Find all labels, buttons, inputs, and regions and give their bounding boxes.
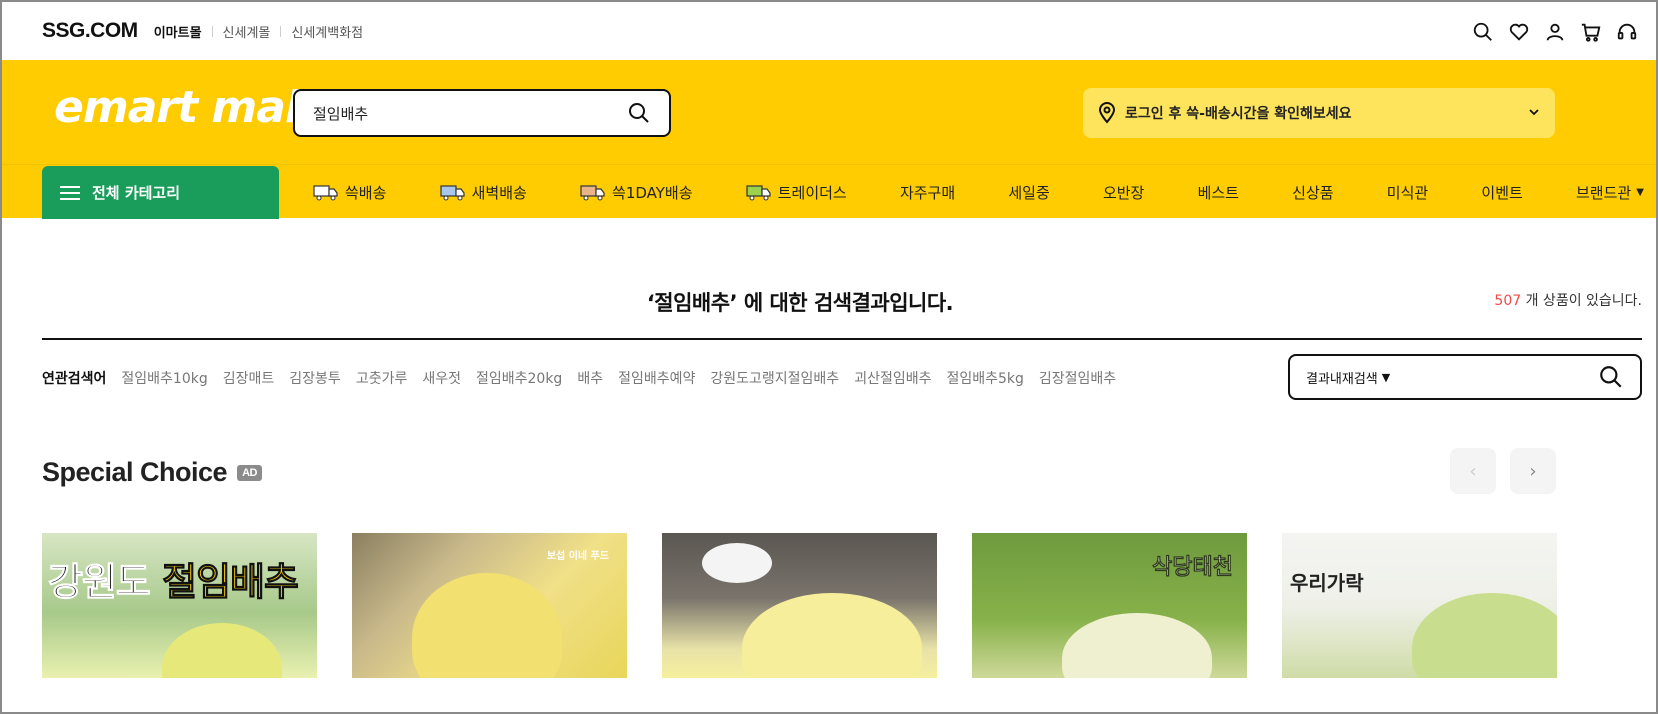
product-card[interactable]: 우리가락 (1282, 533, 1557, 678)
product-image-text: 우리가락 (1290, 571, 1364, 595)
cabbage-image (742, 593, 922, 678)
product-image-text: 보섭 이네 푸드 (546, 551, 609, 562)
related-keywords: 연관검색어 절임배추10kg 김장매트 김장봉투 고춧가루 새우젓 절임배추20… (42, 368, 1116, 388)
location-pin-icon (1097, 102, 1117, 124)
nav-item-dawn-delivery[interactable]: 새벽배송 (440, 182, 527, 203)
product-card[interactable]: 강원도 절임배추 (42, 533, 317, 678)
caret-down-icon[interactable]: ▼ (1382, 371, 1390, 384)
related-keyword[interactable]: 김장봉투 (289, 368, 341, 388)
mall-link-emart[interactable]: 이마트몰 (154, 22, 202, 41)
nav-item-label: 쓱배송 (345, 183, 387, 202)
truck-white-icon (313, 185, 338, 201)
ssg-logo[interactable]: SSG.COM (42, 19, 138, 43)
related-keyword[interactable]: 강원도고랭지절임배추 (710, 368, 839, 388)
product-card[interactable] (662, 533, 937, 678)
nav-items: 쓱배송 새벽배송 쓱1DAY배송 트레이더스 자주구매 세일중 오반장 베스트 … (313, 165, 1644, 219)
nav-item-traders[interactable]: 트레이더스 (746, 182, 847, 203)
search-icon[interactable] (627, 101, 651, 125)
product-card[interactable]: 삭당태천 (972, 533, 1247, 678)
nav-item-label: 쓱1DAY배송 (612, 183, 693, 202)
headset-icon[interactable] (1616, 21, 1638, 43)
search-result-title: ‘절임배추’ 에 대한 검색결과입니다. (646, 291, 954, 315)
related-keyword[interactable]: 절임배추5kg (946, 368, 1023, 388)
cabbage-image (412, 573, 562, 678)
carousel-prev-button[interactable]: ‹ (1450, 448, 1496, 494)
search-within-input[interactable] (1402, 369, 1598, 385)
product-text-b: 절임배추 (162, 560, 300, 605)
nav-item-obanjang[interactable]: 오반장 (1103, 182, 1144, 203)
chevron-left-icon: ‹ (1469, 460, 1477, 482)
related-keyword[interactable]: 괴산절임배추 (854, 368, 931, 388)
result-count: 507 개 상품이 있습니다. (1494, 290, 1642, 310)
mall-link-department[interactable]: 신세계백화점 (291, 22, 363, 41)
chevron-right-icon: › (1529, 460, 1537, 482)
nav-item-event[interactable]: 이벤트 (1481, 182, 1522, 203)
cart-icon[interactable] (1580, 21, 1602, 43)
product-image-text: 강원도 절임배추 (47, 551, 300, 606)
cabbage-image (1062, 613, 1212, 678)
mall-switcher: 이마트몰 신세계몰 신세계백화점 (154, 22, 363, 41)
all-category-button[interactable]: 전체 카테고리 (42, 166, 279, 219)
top-utility-bar: SSG.COM 이마트몰 신세계몰 신세계백화점 (2, 2, 1656, 60)
product-card[interactable]: 보섭 이네 푸드 (352, 533, 627, 678)
related-keyword[interactable]: 절임배추예약 (618, 368, 695, 388)
emart-mall-logo[interactable]: emart mall (54, 82, 314, 133)
related-keyword[interactable]: 김장매트 (223, 368, 275, 388)
nav-item-label: 브랜드관 (1576, 183, 1632, 202)
related-keyword[interactable]: 새우젓 (422, 368, 461, 388)
related-keywords-label: 연관검색어 (42, 371, 107, 387)
main-nav: 전체 카테고리 쓱배송 새벽배송 쓱1DAY배송 트레이더스 자주구매 세일중 … (2, 164, 1656, 219)
nav-item-new[interactable]: 신상품 (1292, 182, 1333, 203)
search-within-results: 결과내재검색 ▼ (1288, 354, 1642, 400)
result-count-suffix: 개 상품이 있습니다. (1521, 293, 1642, 309)
salt-bowl-image (702, 543, 772, 583)
special-choice-title: Special Choice (42, 457, 228, 487)
search-input[interactable] (313, 104, 627, 122)
main-search-box (293, 89, 671, 137)
truck-blue-icon (440, 185, 465, 201)
divider (211, 25, 213, 37)
product-carousel: 강원도 절임배추 보섭 이네 푸드 삭당태천 우리가락 (42, 533, 1557, 678)
result-count-number: 507 (1494, 293, 1522, 309)
nav-item-label: 트레이더스 (777, 183, 847, 202)
chevron-down-icon (1527, 105, 1541, 119)
product-image-text: 삭당태천 (1152, 555, 1233, 581)
nav-item-frequent[interactable]: 자주구매 (900, 182, 955, 203)
nav-item-best[interactable]: 베스트 (1198, 182, 1239, 203)
cabbage-image (162, 623, 282, 678)
related-keyword[interactable]: 배추 (577, 368, 603, 388)
related-keyword[interactable]: 김장절임배추 (1039, 368, 1116, 388)
search-icon[interactable] (1598, 364, 1624, 390)
nav-item-gourmet[interactable]: 미식관 (1387, 182, 1428, 203)
related-keyword[interactable]: 절임배추20kg (476, 368, 562, 388)
search-within-label[interactable]: 결과내재검색 (1306, 368, 1378, 387)
nav-item-sale[interactable]: 세일중 (1008, 182, 1049, 203)
caret-down-icon: ▼ (1636, 186, 1644, 198)
product-text-a: 강원도 (47, 560, 163, 605)
nav-item-1day-delivery[interactable]: 쓱1DAY배송 (580, 182, 693, 203)
emart-header: emart mall 로그인 후 쓱-배송시간을 확인해보세요 전체 카테고리 … (2, 60, 1656, 219)
ad-badge: AD (237, 464, 262, 481)
top-icon-group (1472, 21, 1638, 43)
nav-item-brand[interactable]: 브랜드관 ▼ (1576, 182, 1644, 203)
hamburger-icon (60, 185, 80, 200)
search-icon[interactable] (1472, 21, 1494, 43)
carousel-next-button[interactable]: › (1510, 448, 1556, 494)
divider (42, 338, 1642, 340)
all-category-label: 전체 카테고리 (92, 184, 181, 202)
mall-link-shinsegae[interactable]: 신세계몰 (223, 22, 271, 41)
nav-item-label: 새벽배송 (471, 183, 527, 202)
divider (280, 25, 282, 37)
truck-green-icon (746, 185, 771, 201)
cabbage-image (1412, 593, 1557, 678)
nav-item-ssg-delivery[interactable]: 쓱배송 (313, 182, 386, 203)
delivery-text: 로그인 후 쓱-배송시간을 확인해보세요 (1125, 106, 1352, 122)
truck-orange-icon (580, 185, 605, 201)
related-keyword[interactable]: 고춧가루 (356, 368, 408, 388)
related-keyword[interactable]: 절임배추10kg (121, 368, 207, 388)
user-icon[interactable] (1544, 21, 1566, 43)
special-choice-heading: Special Choice AD (42, 457, 262, 488)
delivery-time-selector[interactable]: 로그인 후 쓱-배송시간을 확인해보세요 (1083, 88, 1555, 138)
heart-icon[interactable] (1508, 21, 1530, 43)
